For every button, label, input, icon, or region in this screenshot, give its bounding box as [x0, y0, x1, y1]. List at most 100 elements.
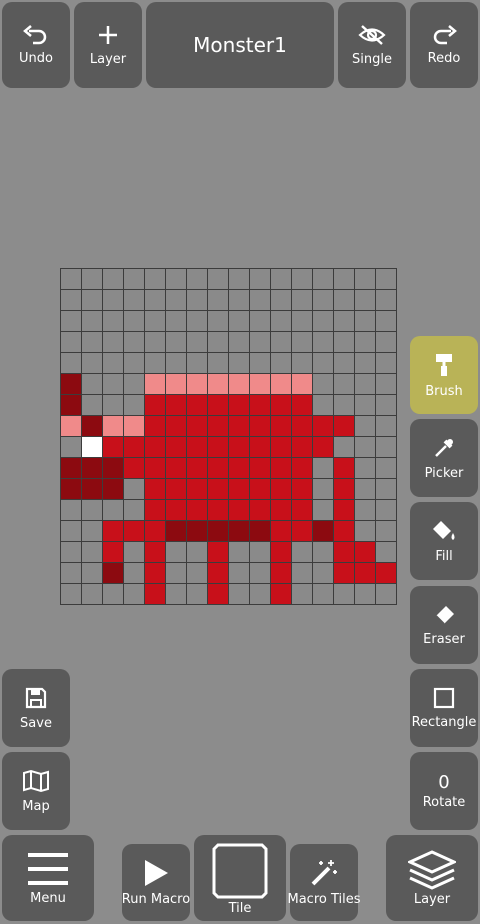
pixel-cell[interactable] [82, 395, 103, 416]
pixel-cell[interactable] [250, 584, 271, 605]
pixel-cell[interactable] [376, 479, 397, 500]
pixel-cell[interactable] [292, 416, 313, 437]
pixel-cell[interactable] [229, 500, 250, 521]
pixel-cell[interactable] [229, 458, 250, 479]
pixel-cell[interactable] [355, 290, 376, 311]
pixel-cell[interactable] [82, 374, 103, 395]
pixel-cell[interactable] [313, 290, 334, 311]
pixel-cell[interactable] [355, 269, 376, 290]
pixel-cell[interactable] [103, 332, 124, 353]
pixel-cell[interactable] [229, 374, 250, 395]
pixel-cell[interactable] [292, 479, 313, 500]
pixel-cell[interactable] [187, 563, 208, 584]
menu-button[interactable]: Menu [2, 835, 94, 921]
pixel-cell[interactable] [229, 332, 250, 353]
pixel-cell[interactable] [250, 479, 271, 500]
pixel-cell[interactable] [334, 290, 355, 311]
pixel-cell[interactable] [82, 521, 103, 542]
pixel-cell[interactable] [208, 479, 229, 500]
macro-tiles-button[interactable]: Macro Tiles [288, 844, 361, 921]
pixel-cell[interactable] [313, 584, 334, 605]
pixel-cell[interactable] [82, 458, 103, 479]
pixel-cell[interactable] [82, 563, 103, 584]
pixel-cell[interactable] [376, 395, 397, 416]
pixel-cell[interactable] [124, 311, 145, 332]
pixel-cell[interactable] [334, 584, 355, 605]
pixel-cell[interactable] [334, 353, 355, 374]
pixel-cell[interactable] [61, 290, 82, 311]
pixel-cell[interactable] [271, 563, 292, 584]
pixel-cell[interactable] [61, 311, 82, 332]
pixel-cell[interactable] [103, 353, 124, 374]
pixel-cell[interactable] [145, 437, 166, 458]
pixel-cell[interactable] [166, 458, 187, 479]
pixel-cell[interactable] [271, 311, 292, 332]
pixel-cell[interactable] [271, 395, 292, 416]
pixel-cell[interactable] [166, 584, 187, 605]
pixel-cell[interactable] [271, 500, 292, 521]
pixel-cell[interactable] [292, 353, 313, 374]
pixel-cell[interactable] [229, 290, 250, 311]
pixel-cell[interactable] [187, 500, 208, 521]
pixel-cell[interactable] [124, 290, 145, 311]
tile-button[interactable]: Tile [194, 835, 286, 921]
pixel-cell[interactable] [229, 311, 250, 332]
pixel-cell[interactable] [82, 542, 103, 563]
pixel-cell[interactable] [187, 458, 208, 479]
pixel-cell[interactable] [187, 521, 208, 542]
pixel-cell[interactable] [229, 479, 250, 500]
pixel-cell[interactable] [208, 290, 229, 311]
pixel-cell[interactable] [103, 269, 124, 290]
pixel-cell[interactable] [187, 290, 208, 311]
pixel-cell[interactable] [355, 374, 376, 395]
pixel-cell[interactable] [355, 416, 376, 437]
pixel-cell[interactable] [271, 458, 292, 479]
pixel-cell[interactable] [208, 542, 229, 563]
pixel-cell[interactable] [334, 437, 355, 458]
pixel-cell[interactable] [61, 353, 82, 374]
pixel-cell[interactable] [124, 521, 145, 542]
pixel-cell[interactable] [376, 311, 397, 332]
pixel-cell[interactable] [355, 437, 376, 458]
pixel-cell[interactable] [166, 521, 187, 542]
pixel-cell[interactable] [61, 416, 82, 437]
pixel-cell[interactable] [124, 479, 145, 500]
pixel-cell[interactable] [187, 416, 208, 437]
pixel-cell[interactable] [103, 437, 124, 458]
pixel-cell[interactable] [145, 584, 166, 605]
pixel-cell[interactable] [124, 332, 145, 353]
eraser-tool-button[interactable]: Eraser [410, 586, 478, 664]
pixel-cell[interactable] [166, 290, 187, 311]
pixel-cell[interactable] [187, 437, 208, 458]
pixel-cell[interactable] [145, 374, 166, 395]
pixel-cell[interactable] [250, 269, 271, 290]
pixel-cell[interactable] [61, 521, 82, 542]
pixel-cell[interactable] [208, 332, 229, 353]
pixel-cell[interactable] [355, 542, 376, 563]
pixel-cell[interactable] [166, 269, 187, 290]
pixel-cell[interactable] [250, 563, 271, 584]
pixel-cell[interactable] [166, 332, 187, 353]
pixel-cell[interactable] [355, 332, 376, 353]
pixel-cell[interactable] [334, 458, 355, 479]
pixel-cell[interactable] [103, 521, 124, 542]
pixel-cell[interactable] [208, 374, 229, 395]
pixel-cell[interactable] [250, 353, 271, 374]
pixel-cell[interactable] [376, 269, 397, 290]
pixel-cell[interactable] [124, 416, 145, 437]
pixel-cell[interactable] [82, 290, 103, 311]
pixel-cell[interactable] [313, 500, 334, 521]
pixel-cell[interactable] [208, 269, 229, 290]
pixel-cell[interactable] [355, 584, 376, 605]
pixel-cell[interactable] [103, 374, 124, 395]
pixel-cell[interactable] [82, 311, 103, 332]
pixel-cell[interactable] [229, 542, 250, 563]
layer-button[interactable]: Layer [386, 835, 478, 921]
pixel-cell[interactable] [145, 395, 166, 416]
pixel-cell[interactable] [229, 395, 250, 416]
pixel-cell[interactable] [334, 479, 355, 500]
pixel-cell[interactable] [187, 353, 208, 374]
pixel-cell[interactable] [103, 479, 124, 500]
pixel-cell[interactable] [124, 584, 145, 605]
pixel-cell[interactable] [292, 542, 313, 563]
